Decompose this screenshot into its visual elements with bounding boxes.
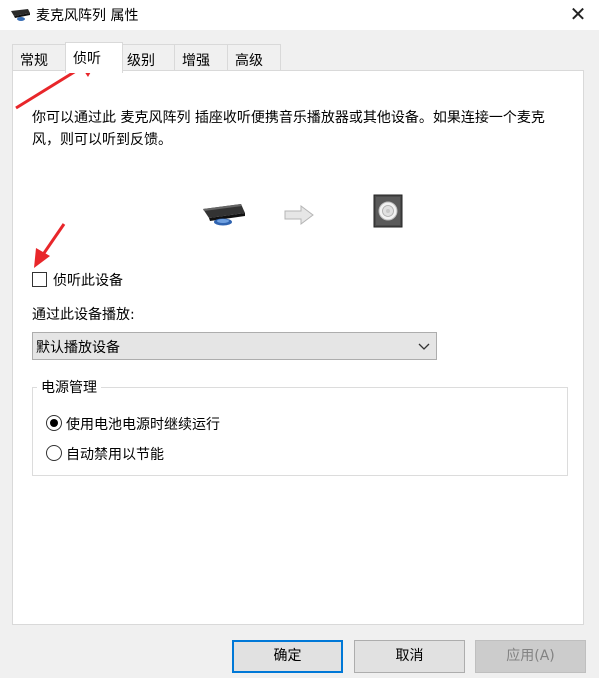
tab-advanced-label: 高级 [235, 53, 263, 69]
auto-disable-label[interactable]: 自动禁用以节能 [66, 444, 164, 464]
auto-disable-radio[interactable] [46, 445, 62, 461]
tab-advanced[interactable]: 高级 [227, 44, 281, 71]
power-management-title: 电源管理 [37, 377, 101, 397]
tab-levels[interactable]: 级别 [119, 44, 175, 71]
ok-button[interactable]: 确定 [232, 640, 343, 673]
tab-enhancements[interactable]: 增强 [174, 44, 228, 71]
tab-general[interactable]: 常规 [12, 44, 66, 71]
tab-listen[interactable]: 侦听 [65, 42, 123, 73]
tab-enhancements-label: 增强 [182, 53, 210, 69]
window-title: 麦克风阵列 属性 [36, 8, 139, 24]
listen-to-device-label[interactable]: 侦听此设备 [53, 270, 123, 290]
continue-on-battery-radio[interactable] [46, 415, 62, 431]
tab-general-label: 常规 [20, 53, 48, 69]
microphone-array-icon [11, 9, 30, 21]
right-arrow-icon [284, 205, 314, 225]
tab-listen-label: 侦听 [73, 51, 101, 67]
playback-device-value: 默认播放设备 [36, 340, 120, 356]
microphone-icon [203, 204, 245, 226]
listen-to-device-checkbox[interactable] [32, 272, 47, 287]
speaker-icon [373, 194, 403, 228]
close-icon: ✕ [569, 2, 587, 26]
close-button[interactable]: ✕ [565, 2, 591, 28]
chevron-down-icon [418, 343, 430, 350]
listen-panel: 你可以通过此 麦克风阵列 插座收听便携音乐播放器或其他设备。如果连接一个麦克风，… [12, 70, 584, 625]
listen-description: 你可以通过此 麦克风阵列 插座收听便携音乐播放器或其他设备。如果连接一个麦克风，… [32, 110, 545, 148]
power-management-group: 电源管理 使用电池电源时继续运行 自动禁用以节能 [32, 377, 568, 476]
continue-on-battery-label[interactable]: 使用电池电源时继续运行 [66, 414, 220, 434]
title-bar: 麦克风阵列 属性 ✕ [0, 0, 599, 30]
tab-levels-label: 级别 [127, 53, 155, 69]
playback-device-select[interactable]: 默认播放设备 [32, 332, 437, 360]
apply-button[interactable]: 应用(A) [475, 640, 586, 673]
cancel-button[interactable]: 取消 [354, 640, 465, 673]
playback-device-label: 通过此设备播放: [32, 307, 135, 323]
